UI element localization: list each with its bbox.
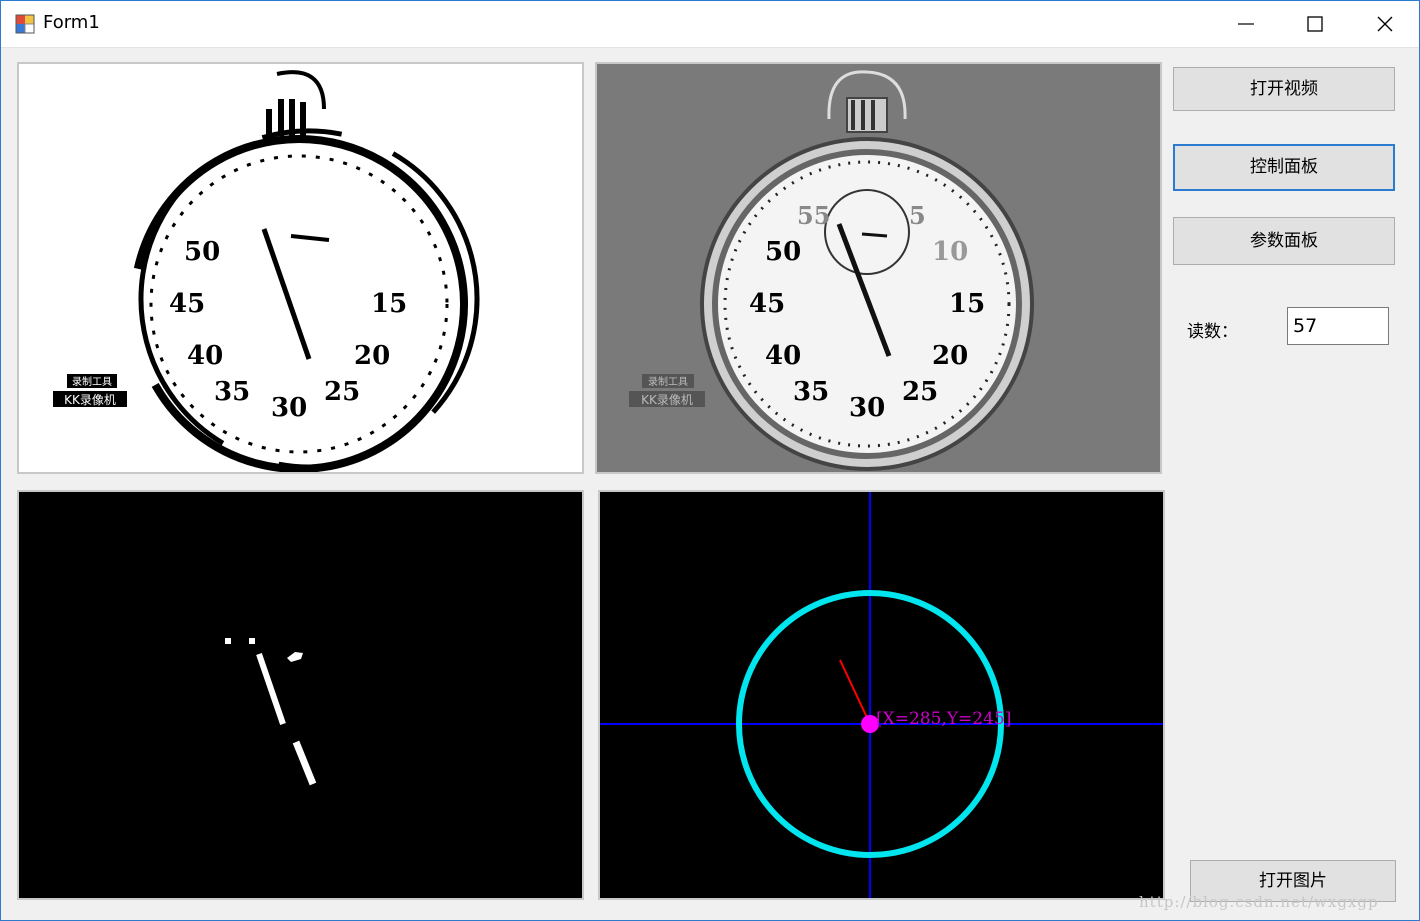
- dial-number-15: 15: [371, 289, 407, 319]
- reading-label: 读数：: [1187, 322, 1238, 342]
- gray-number-25: 25: [902, 377, 938, 407]
- gray-number-55: 55: [797, 201, 830, 230]
- minimize-icon: [1238, 23, 1254, 25]
- detection-result-box[interactable]: [X=285,Y=245]: [598, 490, 1165, 900]
- dial-number-45: 45: [169, 289, 205, 319]
- maximize-button[interactable]: [1285, 1, 1345, 47]
- dial-number-25: 25: [324, 377, 360, 407]
- title-bar[interactable]: Form1: [1, 1, 1419, 48]
- gray-number-10: 10: [932, 237, 968, 267]
- close-button[interactable]: [1355, 1, 1415, 47]
- control-panel-button[interactable]: 控制面板: [1173, 144, 1395, 191]
- gray-number-20: 20: [932, 341, 968, 371]
- gray-logo-bottom-text: KK录像机: [641, 393, 693, 407]
- form-app-icon: [15, 14, 35, 34]
- binary-dial-image: 50 45 40 35 30 25 20 15 录制工具 KK录像机: [19, 64, 582, 472]
- gray-number-45: 45: [749, 289, 785, 319]
- close-icon: [1377, 16, 1393, 32]
- reading-value-input[interactable]: 57: [1287, 307, 1389, 345]
- minimize-button[interactable]: [1216, 1, 1276, 47]
- dial-number-20: 20: [354, 341, 390, 371]
- logo-top-text: 录制工具: [72, 375, 112, 388]
- gray-number-5: 5: [909, 201, 926, 230]
- dial-number-40: 40: [187, 341, 223, 371]
- dial-number-30: 30: [271, 393, 307, 423]
- gray-image-box[interactable]: 55 5 50 10 45 15 40 20 35 30 25 录制工具 KK录…: [595, 62, 1162, 474]
- open-video-button[interactable]: 打开视频: [1173, 67, 1395, 111]
- gray-number-35: 35: [793, 377, 829, 407]
- maximize-icon: [1307, 16, 1323, 32]
- gray-number-30: 30: [849, 393, 885, 423]
- app-window: Form1 50 45 40 35 30 25 20 15 录制工具 KK录像机…: [0, 0, 1420, 921]
- window-title: Form1: [43, 12, 100, 33]
- logo-bottom-text: KK录像机: [64, 393, 116, 407]
- gray-dial-image: 55 5 50 10 45 15 40 20 35 30 25 录制工具 KK录…: [597, 64, 1160, 472]
- detection-result-image: [X=285,Y=245]: [600, 492, 1163, 898]
- gray-number-50: 50: [765, 237, 801, 267]
- binary-image-box[interactable]: 50 45 40 35 30 25 20 15 录制工具 KK录像机: [17, 62, 584, 474]
- parameter-panel-button[interactable]: 参数面板: [1173, 217, 1395, 265]
- dial-number-50: 50: [184, 237, 220, 267]
- pointer-mask-box[interactable]: [17, 490, 584, 900]
- center-coordinate-label: [X=285,Y=245]: [876, 709, 1011, 729]
- pointer-mask-image: [19, 492, 582, 898]
- dial-number-35: 35: [214, 377, 250, 407]
- watermark-text: http://blog.csdn.net/wxgxgp: [1139, 893, 1379, 911]
- gray-number-40: 40: [765, 341, 801, 371]
- gray-logo-top-text: 录制工具: [648, 375, 688, 388]
- gray-number-15: 15: [949, 289, 985, 319]
